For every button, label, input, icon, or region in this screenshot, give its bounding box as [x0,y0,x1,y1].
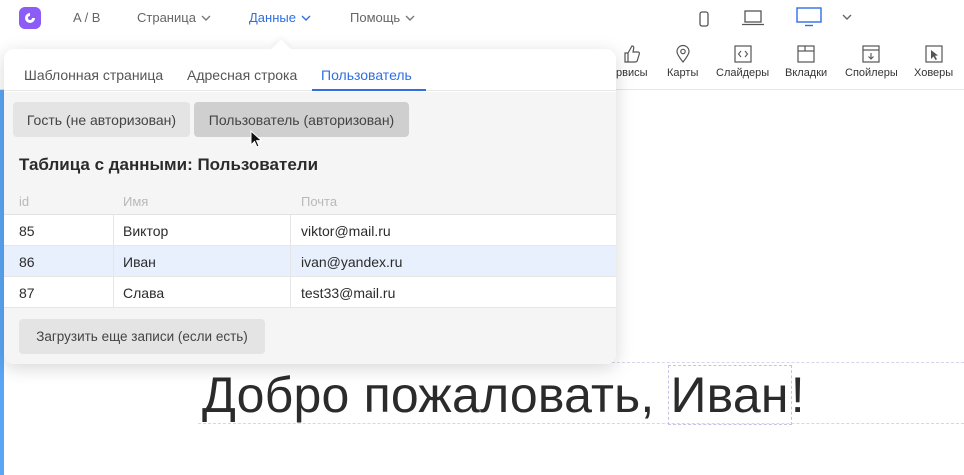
tabs-icon [797,45,815,63]
menu-help-label: Помощь [350,10,401,25]
cell-name: Иван [123,254,156,270]
column-divider [290,246,291,277]
menu-help[interactable]: Помощь [350,10,415,25]
device-desktop-button[interactable] [796,7,822,27]
welcome-text: Добро пожаловать, [202,367,669,423]
cell-id: 87 [19,285,35,301]
column-divider [113,215,114,246]
ab-test-link[interactable]: A / B [73,10,100,25]
toolbar-item-sliders[interactable]: Слайдеры [716,44,769,79]
table-row[interactable]: 87 Слава test33@mail.ru [4,277,616,308]
welcome-heading[interactable]: Добро пожаловать, Иван! [202,365,805,425]
chevron-down-icon [201,15,211,21]
code-icon [733,45,752,63]
table-header: id Имя Почта [4,186,616,215]
table-row[interactable]: 85 Виктор viktor@mail.ru [4,215,616,246]
menu-page[interactable]: Страница [137,10,211,25]
cell-id: 86 [19,254,35,270]
cell-name: Слава [123,285,165,301]
toolbar-item-label: Спойлеры [845,67,898,79]
cell-id: 85 [19,223,35,239]
toolbar-item-maps[interactable]: Карты [667,44,698,79]
device-phone-button[interactable] [699,11,709,27]
popover-tabs: Шаблонная страница Адресная строка Польз… [4,49,616,91]
column-header-email: Почта [301,194,338,209]
tab-address-bar[interactable]: Адресная строка [187,67,297,83]
toolbar-item-label: рвисы [616,67,648,79]
column-header-name: Имя [123,194,149,209]
toolbar-item-hovers[interactable]: Ховеры [914,44,953,79]
column-divider [113,277,114,308]
column-divider [290,277,291,308]
map-pin-icon [676,44,690,63]
spoiler-icon [862,45,880,63]
desktop-icon [796,7,822,27]
thumbs-up-icon [624,45,640,63]
app-logo[interactable] [19,7,41,29]
column-divider [290,215,291,246]
menu-data[interactable]: Данные [249,10,311,25]
toolbar-item-label: Карты [667,67,699,79]
data-popover: Шаблонная страница Адресная строка Польз… [4,49,616,364]
laptop-icon [742,10,764,26]
chevron-down-icon [405,15,415,21]
guest-button[interactable]: Гость (не авторизован) [13,102,190,137]
active-tab-indicator [312,89,426,91]
cell-name: Виктор [123,223,169,239]
user-panel: Гость (не авторизован) Пользователь (авт… [4,92,616,364]
column-header-id: id [19,194,30,209]
top-bar: A / B Страница Данные Помощь [0,0,964,36]
table-heading: Таблица с данными: Пользователи [19,155,319,174]
cell-email: ivan@yandex.ru [301,254,403,270]
logo-icon [25,13,35,23]
chevron-down-icon [842,14,852,20]
device-laptop-button[interactable] [742,10,764,26]
welcome-suffix: ! [790,367,805,423]
user-name-variable[interactable]: Иван [667,365,792,425]
toolbar-item-services[interactable]: рвисы [616,44,648,79]
toolbar-item-label: Слайдеры [716,67,770,79]
column-divider [113,246,114,277]
toolbar-item-tabs[interactable]: Вкладки [785,44,827,79]
cell-email: viktor@mail.ru [301,223,391,239]
table-row-selected[interactable]: 86 Иван ivan@yandex.ru [4,246,616,277]
authorized-user-button[interactable]: Пользователь (авторизован) [194,102,409,137]
toolbar-item-spoilers[interactable]: Спойлеры [845,44,898,79]
toolbar-item-label: Ховеры [914,67,954,79]
users-table: id Имя Почта 85 Виктор viktor@mail.ru 86… [4,186,616,308]
tab-template-page[interactable]: Шаблонная страница [24,67,163,83]
load-more-button[interactable]: Загрузить еще записи (если есть) [19,319,265,354]
device-more-button[interactable] [842,12,852,22]
menu-page-label: Страница [137,10,196,25]
cursor-icon [924,45,943,63]
menu-data-label: Данные [249,10,296,25]
tab-user[interactable]: Пользователь [321,67,412,83]
mouse-cursor-icon [250,130,263,148]
phone-icon [699,11,709,27]
cell-email: test33@mail.ru [301,285,396,301]
toolbar-item-label: Вкладки [785,67,828,79]
chevron-down-icon [301,15,311,21]
